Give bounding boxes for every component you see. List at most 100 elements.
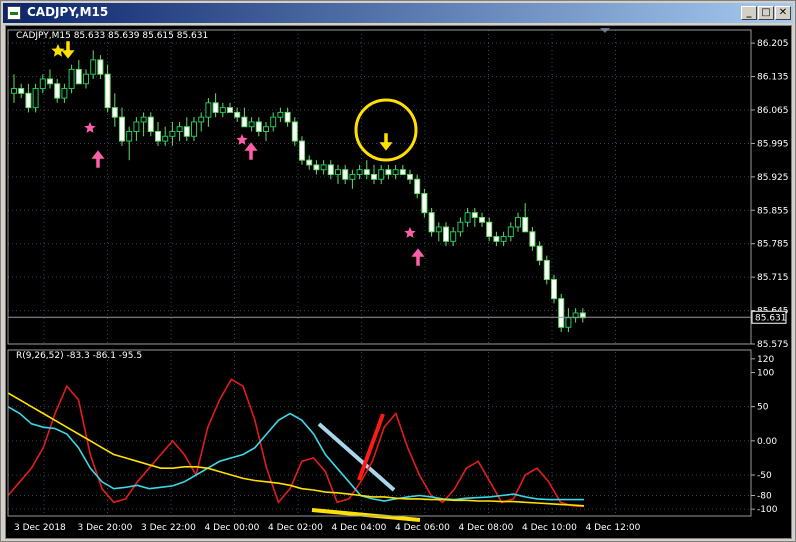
window-titlebar[interactable]: CADJPY,M15 _ □ ✕ bbox=[3, 3, 793, 23]
chart-area[interactable]: 86.205 86.135 86.065 85.995 85.925 85.855 85.7… bbox=[5, 25, 792, 539]
candle-body bbox=[450, 231, 457, 242]
candle-body bbox=[320, 164, 327, 171]
time-tick-label: 3 Dec 2018 bbox=[14, 523, 66, 533]
candle-body bbox=[407, 173, 413, 180]
time-tick-label: 4 Dec 04:00 bbox=[332, 523, 387, 533]
candle-body bbox=[335, 169, 341, 175]
chart-window: CADJPY,M15 _ □ ✕ 86.205 86.135 86.065 85.99… bbox=[0, 0, 796, 542]
indicator-tick-label: -50 bbox=[757, 471, 772, 481]
candle-body bbox=[75, 68, 82, 85]
main-pane-border bbox=[7, 29, 752, 345]
candle-body bbox=[47, 78, 53, 85]
candle-body bbox=[529, 231, 536, 247]
price-tick-label: 86.135 bbox=[757, 73, 789, 83]
candle-body bbox=[356, 169, 363, 175]
minimize-button[interactable]: _ bbox=[741, 6, 757, 20]
trendline-lightblue bbox=[317, 422, 396, 492]
candle-body bbox=[219, 107, 226, 113]
candle-body bbox=[291, 121, 298, 142]
candle-body bbox=[25, 92, 32, 109]
candle-body bbox=[522, 216, 529, 233]
candle-body bbox=[500, 236, 507, 242]
candle-body bbox=[104, 73, 111, 109]
indicator-tick-label: -80 bbox=[757, 492, 772, 502]
candle-body bbox=[83, 73, 89, 85]
candle-body bbox=[277, 111, 284, 118]
candle-body bbox=[126, 131, 133, 142]
time-tick-label: 4 Dec 02:00 bbox=[268, 523, 323, 533]
close-button[interactable]: ✕ bbox=[775, 6, 791, 20]
chart-window-icon bbox=[7, 6, 21, 20]
candle-body bbox=[414, 178, 421, 195]
candle-body bbox=[270, 116, 277, 128]
candle-body bbox=[284, 111, 291, 123]
candle-body bbox=[507, 226, 514, 238]
candle-body bbox=[363, 169, 370, 175]
candle-body bbox=[493, 236, 500, 242]
price-tick-label: 86.065 bbox=[757, 106, 789, 116]
candle-body bbox=[464, 212, 471, 223]
candle-body bbox=[176, 126, 183, 133]
buy-arrow-icon bbox=[410, 247, 426, 267]
candle-body bbox=[471, 212, 478, 218]
candle-body bbox=[457, 221, 464, 233]
candle-body bbox=[212, 102, 219, 113]
candle-body bbox=[133, 121, 140, 133]
candle-body bbox=[32, 88, 39, 109]
candle-body bbox=[18, 88, 25, 94]
candle-body bbox=[97, 59, 104, 75]
time-tick-label: 4 Dec 12:00 bbox=[586, 523, 641, 533]
candle-body bbox=[11, 88, 17, 94]
price-tick-label: 85.715 bbox=[757, 273, 789, 283]
current-price-label: 85.631 bbox=[755, 313, 787, 323]
candle-body bbox=[536, 245, 543, 261]
candle-body bbox=[183, 126, 190, 137]
candle-body bbox=[227, 107, 233, 113]
candle-body bbox=[255, 121, 262, 133]
trendline-yellow bbox=[311, 508, 421, 522]
price-tick-label: 85.925 bbox=[757, 173, 789, 183]
candle-body bbox=[198, 116, 205, 123]
candle-body bbox=[234, 111, 241, 118]
chart-header: CADJPY,M15 85.633 85.639 85.615 85.631 bbox=[16, 31, 208, 41]
candle-body bbox=[90, 59, 97, 75]
candle-body bbox=[399, 169, 406, 175]
candle-body bbox=[551, 279, 557, 300]
indicator-tick-label: 0.00 bbox=[757, 437, 777, 447]
candle-body bbox=[140, 116, 147, 123]
candle-body bbox=[68, 68, 75, 90]
candle-body bbox=[155, 131, 161, 142]
restore-button[interactable]: □ bbox=[758, 6, 774, 20]
buy-star-icon bbox=[236, 134, 248, 145]
candle-body bbox=[558, 298, 565, 328]
candle-body bbox=[565, 317, 572, 328]
sell-arrow-icon bbox=[378, 132, 394, 152]
candle-body bbox=[392, 169, 399, 175]
price-tick-label: 85.855 bbox=[757, 206, 789, 216]
yellow-indicator-line bbox=[7, 392, 585, 507]
indicator-series bbox=[7, 378, 585, 508]
candle-body bbox=[111, 107, 118, 118]
candle-body bbox=[299, 140, 305, 161]
candle-body bbox=[61, 88, 68, 99]
time-tick-label: 4 Dec 06:00 bbox=[395, 523, 450, 533]
candle-body bbox=[421, 193, 428, 214]
candle-body bbox=[486, 221, 493, 238]
price-tick-label: 85.995 bbox=[757, 139, 789, 149]
candle-body bbox=[241, 116, 248, 128]
indicator-header: R(9,26,52) -83.3 -86.1 -95.5 bbox=[16, 351, 142, 361]
candle-body bbox=[119, 116, 125, 142]
time-tick-label: 3 Dec 20:00 bbox=[78, 523, 133, 533]
window-title: CADJPY,M15 bbox=[27, 5, 109, 19]
candle-body bbox=[443, 226, 449, 242]
price-tick-label: 86.205 bbox=[757, 39, 789, 49]
chart-canvas[interactable]: 86.205 86.135 86.065 85.995 85.925 85.855 85.7… bbox=[6, 26, 791, 538]
time-tick-label: 4 Dec 00:00 bbox=[205, 523, 260, 533]
candle-body bbox=[435, 226, 442, 233]
candle-body bbox=[313, 164, 320, 171]
buy-arrow-icon bbox=[243, 141, 259, 161]
candle-body bbox=[162, 135, 169, 142]
annotations bbox=[51, 28, 610, 522]
price-tick-label: 85.785 bbox=[757, 240, 789, 250]
indicator-tick-label: 100 bbox=[757, 369, 774, 379]
